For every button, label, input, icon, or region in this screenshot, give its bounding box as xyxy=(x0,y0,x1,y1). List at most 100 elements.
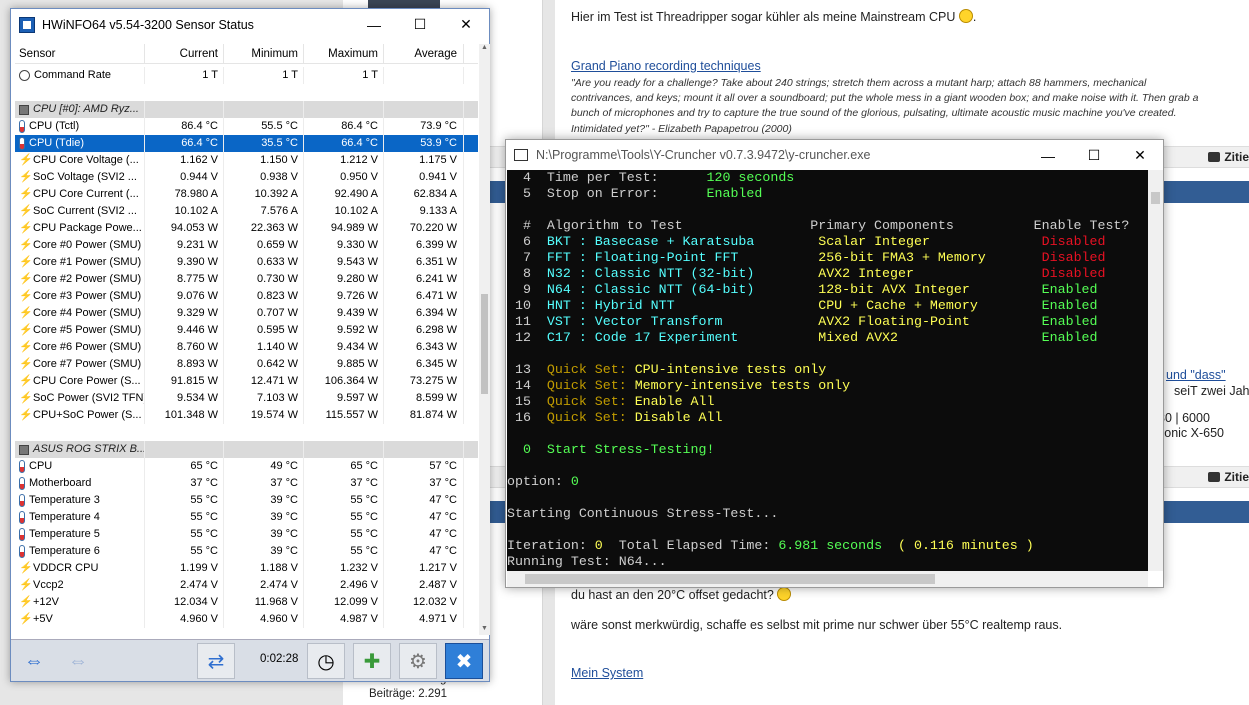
sensor-row[interactable]: ⚡ SoC Voltage (SVI2 ... 0.944 V 0.938 V 0.95… xyxy=(15,169,478,186)
column-sensor[interactable]: Sensor xyxy=(15,44,145,63)
maximum-value: 10.102 A xyxy=(304,203,384,220)
sensor-row[interactable]: ⚡ Vccp2 2.474 V 2.474 V 2.496 V 2.487 V xyxy=(15,577,478,594)
console-output[interactable]: 4 Time per Test: 120 seconds 5 Stop on E… xyxy=(507,170,1148,571)
sensor-name: Command Rate xyxy=(34,69,112,81)
scroll-down-icon[interactable]: ▼ xyxy=(479,625,490,635)
sensor-row[interactable]: ⚡ SoC Current (SVI2 ... 10.102 A 7.576 A 10.… xyxy=(15,203,478,220)
sensor-row[interactable]: Temperature 3 55 °C 39 °C 55 °C 47 °C xyxy=(15,492,478,509)
column-average[interactable]: Average xyxy=(384,44,464,63)
sensor-row[interactable]: ⚡ CPU Core Current (... 78.980 A 10.392 A 92… xyxy=(15,186,478,203)
minimum-value: 0.633 W xyxy=(224,254,304,271)
sensor-row[interactable]: ⚡ Core #4 Power (SMU) 9.329 W 0.707 W 9.439 … xyxy=(15,305,478,322)
sensor-row[interactable]: Temperature 5 55 °C 39 °C 55 °C 47 °C xyxy=(15,526,478,543)
my-system-link[interactable]: Mein System xyxy=(571,666,643,680)
sensor-row[interactable]: CPU (Tdie) 66.4 °C 35.5 °C 66.4 °C 53.9 °C xyxy=(15,135,478,152)
sensor-row[interactable]: ⚡ Core #6 Power (SMU) 8.760 W 1.140 W 9.434 … xyxy=(15,339,478,356)
close-icon[interactable]: ✖ xyxy=(445,643,483,679)
network-icon[interactable]: ⇄ xyxy=(197,643,235,679)
forum-text-partial: sonic X-650 xyxy=(1158,426,1225,440)
console-text: Enabled xyxy=(1041,330,1098,345)
console-text: 0 xyxy=(594,538,603,553)
thermometer-icon xyxy=(19,528,25,541)
sensor-row[interactable]: ⚡ Core #7 Power (SMU) 8.893 W 0.642 W 9.885 … xyxy=(15,356,478,373)
gear-icon[interactable]: ⚙ xyxy=(399,643,437,679)
sensor-row[interactable]: ⚡ CPU Core Power (S... 91.815 W 12.471 W 106… xyxy=(15,373,478,390)
layout-icon[interactable]: ⇔ xyxy=(59,643,97,679)
sensor-row[interactable]: Temperature 4 55 °C 39 °C 55 °C 47 °C xyxy=(15,509,478,526)
maximum-value: 4.987 V xyxy=(304,611,384,628)
maximize-button[interactable]: ☐ xyxy=(1071,140,1117,171)
console-text: 7 xyxy=(507,250,547,265)
minimum-value: 39 °C xyxy=(224,543,304,560)
sensor-row[interactable]: ⚡ CPU Package Powe... 94.053 W 22.363 W 94.9… xyxy=(15,220,478,237)
current-value: 9.446 W xyxy=(145,322,224,339)
thermometer-icon xyxy=(19,137,25,150)
scroll-thumb[interactable] xyxy=(481,294,488,394)
scroll-thumb[interactable] xyxy=(525,574,935,584)
sensor-group-row[interactable]: CPU [#0]: AMD Ryz... xyxy=(15,101,478,118)
maximum-value: 55 °C xyxy=(304,509,384,526)
maximum-value: 9.434 W xyxy=(304,339,384,356)
sensor-row[interactable]: ⚡ +12V 12.034 V 11.968 V 12.099 V 12.032 V xyxy=(15,594,478,611)
average-value: 47 °C xyxy=(384,509,464,526)
minimum-value: 0.642 W xyxy=(224,356,304,373)
minimum-value: 2.474 V xyxy=(224,577,304,594)
sensor-name: CPU Core Voltage (... xyxy=(33,154,139,166)
sensor-row[interactable]: ⚡ CPU Core Voltage (... 1.162 V 1.150 V 1.21… xyxy=(15,152,478,169)
quote-button[interactable]: Zitie xyxy=(1208,470,1249,484)
sensor-row[interactable]: Temperature 6 55 °C 39 °C 55 °C 47 °C xyxy=(15,543,478,560)
console-text: Iteration: xyxy=(507,538,595,553)
console-line: 7 FFT : Floating-Point FFT 256-bit FMA3 … xyxy=(507,250,1148,266)
scroll-up-icon[interactable]: ▲ xyxy=(479,44,490,54)
sensor-row[interactable]: Motherboard 37 °C 37 °C 37 °C 37 °C xyxy=(15,475,478,492)
ycruncher-titlebar[interactable]: N:\Programme\Tools\Y-Cruncher v0.7.3.947… xyxy=(506,140,1163,170)
console-text: Total Elapsed Time: xyxy=(602,538,779,553)
console-text: Disable All xyxy=(634,410,723,425)
clock-icon[interactable]: ◷ xyxy=(307,643,345,679)
reply-text-line: wäre sonst merkwürdig, schaffe es selbst… xyxy=(571,618,1063,632)
current-value: 78.980 A xyxy=(145,186,224,203)
column-minimum[interactable]: Minimum xyxy=(224,44,304,63)
sensor-row[interactable]: ⚡ +5V 4.960 V 4.960 V 4.987 V 4.971 V xyxy=(15,611,478,628)
log-add-icon[interactable]: ✚ xyxy=(353,643,391,679)
sensor-row[interactable]: Command Rate 1 T1 T1 T xyxy=(15,67,478,84)
signature-link[interactable]: Grand Piano recording techniques xyxy=(571,59,761,73)
maximize-button[interactable]: ☐ xyxy=(397,9,443,40)
column-maximum[interactable]: Maximum xyxy=(304,44,384,63)
sensor-row[interactable]: CPU (Tctl) 86.4 °C 55.5 °C 86.4 °C 73.9 °C xyxy=(15,118,478,135)
average-value: 53.9 °C xyxy=(384,135,464,152)
sensor-row[interactable]: ⚡ Core #5 Power (SMU) 9.446 W 0.595 W 9.592 … xyxy=(15,322,478,339)
close-button[interactable]: ✕ xyxy=(443,9,489,40)
prev-next-icon[interactable]: ⇔ xyxy=(15,643,53,679)
hwinfo-titlebar[interactable]: HWiNFO64 v5.54-3200 Sensor Status — ☐ ✕ xyxy=(11,9,489,40)
average-value: 6.471 W xyxy=(384,288,464,305)
column-current[interactable]: Current xyxy=(145,44,224,63)
sensor-group-row[interactable]: ASUS ROG STRIX B... xyxy=(15,441,478,458)
console-text: Quick Set: xyxy=(546,394,635,409)
console-vertical-scrollbar[interactable] xyxy=(1148,170,1163,571)
close-button[interactable]: ✕ xyxy=(1117,140,1163,171)
sensor-row[interactable]: CPU 65 °C 49 °C 65 °C 57 °C xyxy=(15,458,478,475)
minimize-button[interactable]: — xyxy=(351,9,397,40)
scroll-thumb[interactable] xyxy=(1151,192,1160,204)
sensor-name: CPU Package Powe... xyxy=(33,222,142,234)
sensor-row[interactable]: ⚡ Core #2 Power (SMU) 8.775 W 0.730 W 9.280 … xyxy=(15,271,478,288)
console-horizontal-scrollbar[interactable] xyxy=(507,571,1148,587)
sensor-row[interactable]: ⚡ Core #3 Power (SMU) 9.076 W 0.823 W 9.726 … xyxy=(15,288,478,305)
sensor-row[interactable]: ⚡ VDDCR CPU 1.199 V 1.188 V 1.232 V 1.217 V xyxy=(15,560,478,577)
forum-link-partial[interactable]: und "dass" xyxy=(1166,368,1226,382)
sensor-row[interactable]: ⚡ Core #0 Power (SMU) 9.231 W 0.659 W 9.330 … xyxy=(15,237,478,254)
sensor-scrollbar[interactable]: ▲ ▼ xyxy=(479,44,490,635)
average-value: 37 °C xyxy=(384,475,464,492)
average-value: 9.133 A xyxy=(384,203,464,220)
sensor-row[interactable]: ⚡ Core #1 Power (SMU) 9.390 W 0.633 W 9.543 … xyxy=(15,254,478,271)
sensor-row[interactable]: ⚡ SoC Power (SVI2 TFN) 9.534 W 7.103 W 9.597… xyxy=(15,390,478,407)
minimize-button[interactable]: — xyxy=(1025,140,1071,171)
quote-button[interactable]: Zitie xyxy=(1208,150,1249,164)
sensor-row[interactable]: ⚡ CPU+SoC Power (S... 101.348 W 19.574 W 115… xyxy=(15,407,478,424)
maximum-value: 9.885 W xyxy=(304,356,384,373)
